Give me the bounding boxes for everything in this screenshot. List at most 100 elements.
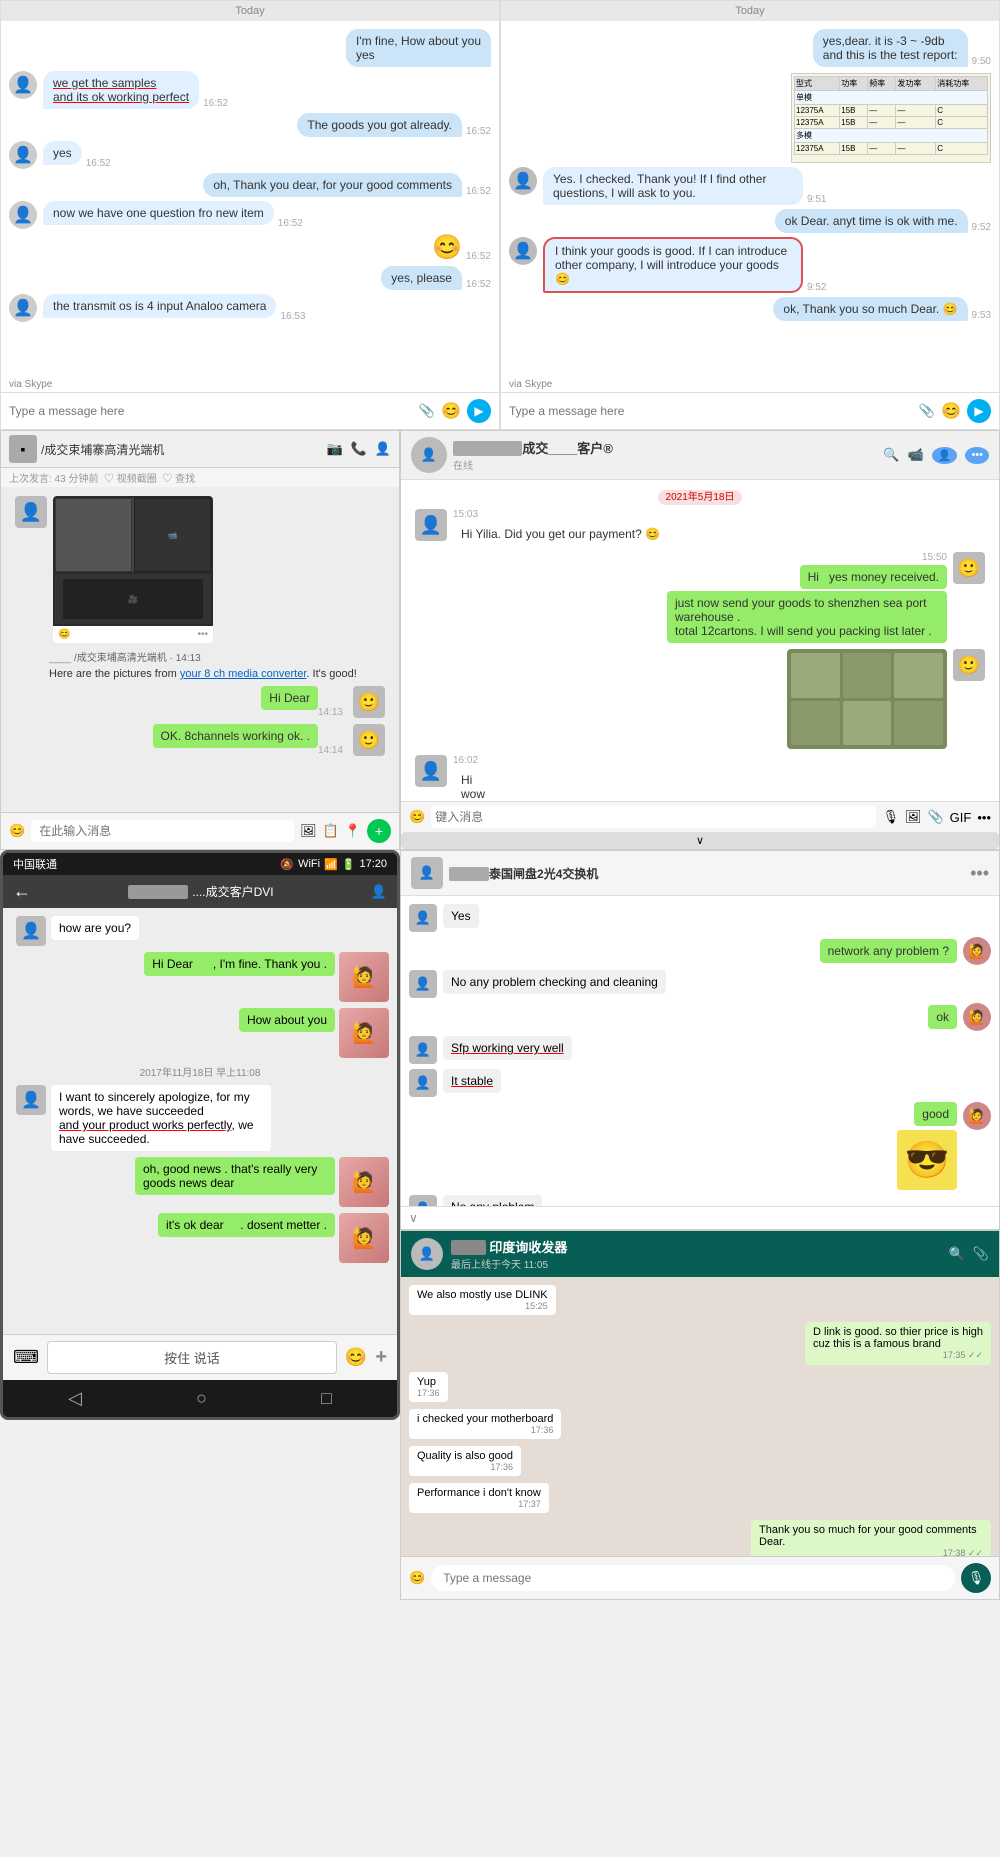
file-icon[interactable]: 📋: [323, 823, 339, 839]
sticker: 😎: [897, 1130, 957, 1190]
product-chat-panel: 👤 XXXXX泰国闸盘2光4交换机 ••• 👤 Yes network any …: [400, 850, 1000, 1230]
more-icon[interactable]: •••: [977, 810, 991, 825]
image-icon[interactable]: 🖼: [300, 823, 317, 839]
top-left-body: I'm fine, How about youyes 👤 we get the …: [1, 21, 499, 377]
video-icon[interactable]: 📷: [326, 441, 342, 457]
attachment-icon2[interactable]: 📎: [927, 809, 943, 825]
wa-mic-icon[interactable]: 🎙: [961, 1563, 991, 1593]
wa-search-icon[interactable]: 🔍: [949, 1246, 965, 1262]
wa-time: 17:36: [417, 1425, 553, 1435]
add-button[interactable]: +: [367, 819, 391, 843]
wa-message-row: Thank you so much for your good comments…: [409, 1520, 991, 1556]
search-icon[interactable]: 🔍: [883, 447, 899, 464]
wa-footer[interactable]: 😊 🎙: [401, 1556, 999, 1599]
more-button[interactable]: •••: [970, 863, 989, 884]
emoji-footer-icon[interactable]: 😊: [409, 809, 425, 825]
wechat-header: ▪ /成交束埔寨高清光端机 📷 📞 👤: [1, 431, 399, 468]
contact-photo: 🙋: [339, 952, 389, 1002]
plus-button[interactable]: +: [375, 1346, 387, 1369]
avatar: 👤: [15, 496, 47, 528]
bubble: ok: [928, 1005, 957, 1029]
contact-status: 在线: [453, 457, 613, 472]
middle-row: ▪ /成交束埔寨高清光端机 📷 📞 👤 上次发言: 43 分钟前 ♡ 视频截圈 …: [0, 430, 1000, 850]
back-button[interactable]: ←: [13, 881, 31, 902]
system-time: 2017年11月18日 早上11:08: [11, 1064, 389, 1079]
top-left-chat: Today I'm fine, How about youyes 👤 we ge…: [0, 0, 500, 430]
date-label: 2021年5月18日: [658, 490, 743, 505]
bubble: Yes. I checked. Thank you! If I find oth…: [543, 167, 803, 205]
emoji-icon[interactable]: 😊: [9, 823, 25, 839]
blurred-name: XXXXXXXX: [453, 441, 522, 456]
recents-nav-btn[interactable]: □: [321, 1388, 332, 1409]
middle-left-chat: ▪ /成交束埔寨高清光端机 📷 📞 👤 上次发言: 43 分钟前 ♡ 视频截圈 …: [0, 430, 400, 850]
profile-button[interactable]: 👤: [371, 884, 387, 900]
boxes-image: [787, 649, 947, 749]
scroll-down-btn[interactable]: ∨: [401, 832, 999, 849]
home-nav-btn[interactable]: ○: [196, 1388, 207, 1409]
chat-input-area[interactable]: 📎 😊 ▶: [501, 392, 999, 429]
bubble: the transmit os is 4 input Analoo camera: [43, 294, 276, 318]
message-row: 👤 Sfp working very well: [409, 1036, 991, 1064]
hold-to-talk-btn[interactable]: 按住 说话: [47, 1341, 337, 1374]
message-row: I'm fine, How about youyes: [9, 29, 491, 67]
wa-bubble: Quality is also good17:36: [409, 1446, 521, 1476]
wa-time: 17:35 ✓✓: [813, 1350, 983, 1361]
emoji-icon[interactable]: 😊: [441, 401, 461, 421]
location-icon[interactable]: 📍: [345, 823, 361, 839]
video-call-icon[interactable]: 📹: [908, 447, 924, 464]
attachment-icon[interactable]: 📎: [919, 403, 935, 419]
message-row: 👤 how are you?: [11, 916, 389, 946]
nav-bar[interactable]: ← XXXXX ....成交客户DVI 👤: [3, 875, 397, 908]
wa-bubble: Performance i don't know17:37: [409, 1483, 549, 1513]
menu-icon[interactable]: 👤: [375, 441, 391, 457]
more-options-icon[interactable]: •••: [965, 447, 989, 464]
wa-emoji-icon[interactable]: 😊: [409, 1570, 425, 1586]
timestamp: 16:52: [466, 251, 491, 262]
wa-body: We also mostly use DLINK15:25 D link is …: [401, 1277, 999, 1556]
gif-icon[interactable]: GIF: [950, 810, 972, 825]
wa-input[interactable]: [431, 1565, 955, 1591]
android-nav[interactable]: ◁ ○ □: [3, 1380, 397, 1417]
phone-icon[interactable]: 📞: [351, 441, 367, 457]
back-nav-btn[interactable]: ◁: [68, 1388, 82, 1409]
product-footer[interactable]: ∨: [401, 1206, 999, 1229]
send-button[interactable]: ▶: [967, 399, 991, 423]
attachment-icon[interactable]: 📎: [419, 403, 435, 419]
contact-photo3: 🙋: [339, 1157, 389, 1207]
send-button[interactable]: ▶: [467, 399, 491, 423]
chat-input-area[interactable]: 📎 😊 ▶: [1, 392, 499, 429]
wechat-input[interactable]: [31, 820, 294, 842]
right-chat-input[interactable]: [431, 806, 876, 828]
report-table: 型式功率频率发功率消耗功率 单模 12375A15B——C 12375A15B—…: [791, 73, 991, 163]
bubble: good: [914, 1102, 957, 1126]
product-header: 👤 XXXXX泰国闸盘2光4交换机 •••: [401, 851, 999, 896]
record-icon[interactable]: 🎙: [882, 809, 899, 825]
reaction-icon: 😊: [58, 629, 70, 640]
bubble: Hiwowcrazyso much 😊: [453, 768, 533, 801]
wechat-body: 👤 📹 🎥 😊: [1, 488, 399, 812]
wa-avatar: 👤: [411, 1238, 443, 1270]
image-icon2[interactable]: 🖼: [905, 809, 922, 825]
down-scroll-btn[interactable]: ∨: [409, 1211, 418, 1225]
right-footer[interactable]: 😊 🎙 🖼 📎 GIF •••: [401, 801, 999, 832]
wechat-footer[interactable]: 😊 🖼 📋 📍 +: [1, 812, 399, 849]
bubble: How about you: [239, 1008, 335, 1032]
wa-attach-icon[interactable]: 📎: [973, 1246, 989, 1262]
wa-message-row: D link is good. so thier price is highcu…: [409, 1322, 991, 1369]
timestamp: 9:53: [972, 310, 991, 321]
bottom-row: 中国联通 🔕 WiFi 📶 🔋 17:20 ← XXXXX ....成交客户DV…: [0, 850, 1000, 1600]
chat-input[interactable]: [509, 404, 919, 418]
bottom-right-area: 👤 XXXXX泰国闸盘2光4交换机 ••• 👤 Yes network any …: [400, 850, 1000, 1600]
wa-time: 17:36: [417, 1462, 513, 1472]
emoji-icon[interactable]: 😊: [941, 401, 961, 421]
emoji-button[interactable]: 😊: [345, 1347, 367, 1368]
bubble: oh, Thank you dear, for your good commen…: [203, 173, 462, 197]
avatar-right: 🙂: [953, 552, 985, 584]
mobile-footer[interactable]: ⌨ 按住 说话 😊 +: [3, 1334, 397, 1380]
avatar: 👤: [409, 1195, 437, 1206]
blurred-avatar: ▪: [9, 435, 37, 463]
chat-input[interactable]: [9, 404, 419, 418]
header-left: ▪ /成交束埔寨高清光端机: [9, 435, 164, 463]
profile-icon[interactable]: 👤: [932, 447, 958, 464]
keyboard-icon[interactable]: ⌨: [13, 1347, 39, 1368]
